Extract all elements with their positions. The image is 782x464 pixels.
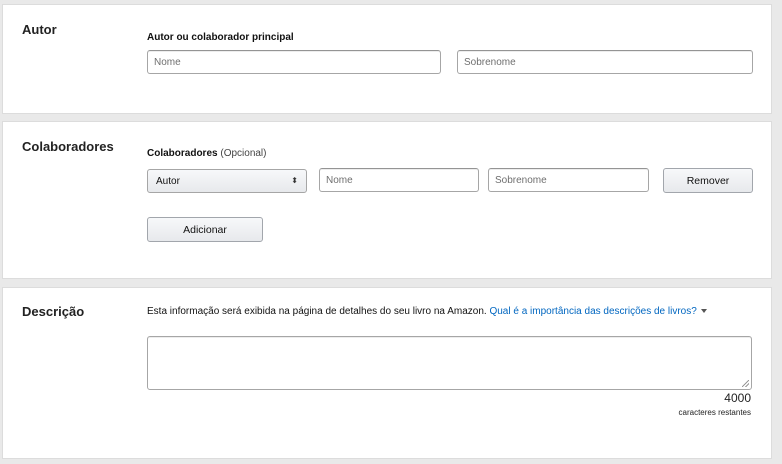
description-info-text: Esta informação será exibida na página d…: [147, 306, 487, 317]
contributors-section-title: Colaboradores: [22, 139, 114, 154]
author-first-name-input[interactable]: [147, 50, 441, 74]
contributors-section: Colaboradores Colaboradores (Opcional) A…: [2, 121, 772, 279]
char-count: 4000: [724, 391, 751, 405]
select-arrows-icon: ⬍: [291, 176, 298, 185]
description-section: Descrição Esta informação será exibida n…: [2, 287, 772, 459]
description-info: Esta informação será exibida na página d…: [147, 306, 707, 317]
contributor-last-name-input[interactable]: [488, 168, 649, 192]
author-section-title: Autor: [22, 22, 57, 37]
role-select-value: Autor: [156, 175, 180, 187]
add-contributor-button[interactable]: Adicionar: [147, 217, 263, 242]
contributor-role-select[interactable]: Autor ⬍: [147, 169, 307, 193]
resize-grip-icon[interactable]: [742, 380, 749, 387]
description-textarea[interactable]: [147, 336, 752, 390]
description-help-link[interactable]: Qual é a importância das descrições de l…: [489, 306, 707, 317]
author-section: Autor Autor ou colaborador principal: [2, 4, 772, 114]
contributors-label-text: Colaboradores: [147, 148, 218, 159]
contributors-field-label: Colaboradores (Opcional): [147, 148, 267, 159]
optional-label: (Opcional): [220, 148, 267, 159]
author-last-name-input[interactable]: [457, 50, 753, 74]
char-count-label: caracteres restantes: [678, 408, 751, 417]
caret-down-icon: [700, 309, 707, 314]
remove-contributor-button[interactable]: Remover: [663, 168, 753, 193]
author-field-label: Autor ou colaborador principal: [147, 32, 294, 43]
contributor-first-name-input[interactable]: [319, 168, 479, 192]
description-section-title: Descrição: [22, 304, 85, 319]
